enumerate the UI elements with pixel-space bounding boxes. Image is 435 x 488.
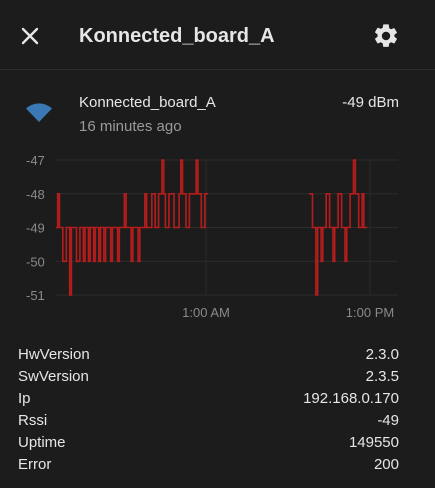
attribute-row: Error 200 — [18, 454, 399, 476]
x-tick-label: 1:00 AM — [182, 305, 230, 320]
attribute-row: HwVersion 2.3.0 — [18, 344, 399, 366]
y-tick-label: -49 — [26, 221, 45, 236]
history-chart: -47 -48 -49 -50 -51 1:00 AM 1:00 PM — [26, 153, 398, 320]
attribute-value: 2.3.0 — [365, 346, 399, 363]
x-tick-label: 1:00 PM — [346, 305, 394, 320]
wifi-icon — [26, 103, 52, 122]
attribute-value: 200 — [373, 456, 399, 473]
attribute-row: Ip 192.168.0.170 — [18, 388, 399, 410]
close-icon — [21, 27, 39, 45]
entity-state-value: -49 dBm — [342, 94, 399, 111]
attribute-key: Uptime — [18, 434, 66, 451]
attribute-row: SwVersion 2.3.5 — [18, 366, 399, 388]
gear-icon — [375, 24, 397, 47]
dialog-header: Konnected_board_A — [0, 0, 435, 70]
attribute-value: 192.168.0.170 — [303, 390, 399, 407]
settings-button[interactable] — [372, 22, 400, 50]
attribute-value: -49 — [377, 412, 399, 429]
last-changed: 16 minutes ago — [79, 118, 182, 135]
y-tick-label: -48 — [26, 187, 45, 202]
attribute-row: Rssi -49 — [18, 410, 399, 432]
attribute-key: Rssi — [18, 412, 48, 429]
close-button[interactable] — [16, 22, 44, 50]
attribute-key: SwVersion — [18, 368, 89, 385]
rssi-series-line — [309, 159, 368, 296]
attribute-row: Uptime 149550 — [18, 432, 399, 454]
y-tick-label: -47 — [26, 153, 45, 168]
y-tick-label: -50 — [26, 254, 45, 269]
dialog-title: Konnected_board_A — [79, 25, 275, 47]
attributes-list: HwVersion 2.3.0 SwVersion 2.3.5 Ip 192.168.0.… — [18, 344, 399, 476]
attribute-value: 149550 — [348, 434, 399, 451]
entity-row: Konnected_board_A 16 minutes ago -49 dBm — [0, 80, 435, 144]
entity-name: Konnected_board_A — [79, 94, 216, 111]
attribute-key: Error — [18, 456, 52, 473]
attribute-value: 2.3.5 — [365, 368, 399, 385]
attribute-key: Ip — [18, 390, 31, 407]
y-tick-label: -51 — [26, 288, 45, 303]
attribute-key: HwVersion — [18, 346, 90, 363]
